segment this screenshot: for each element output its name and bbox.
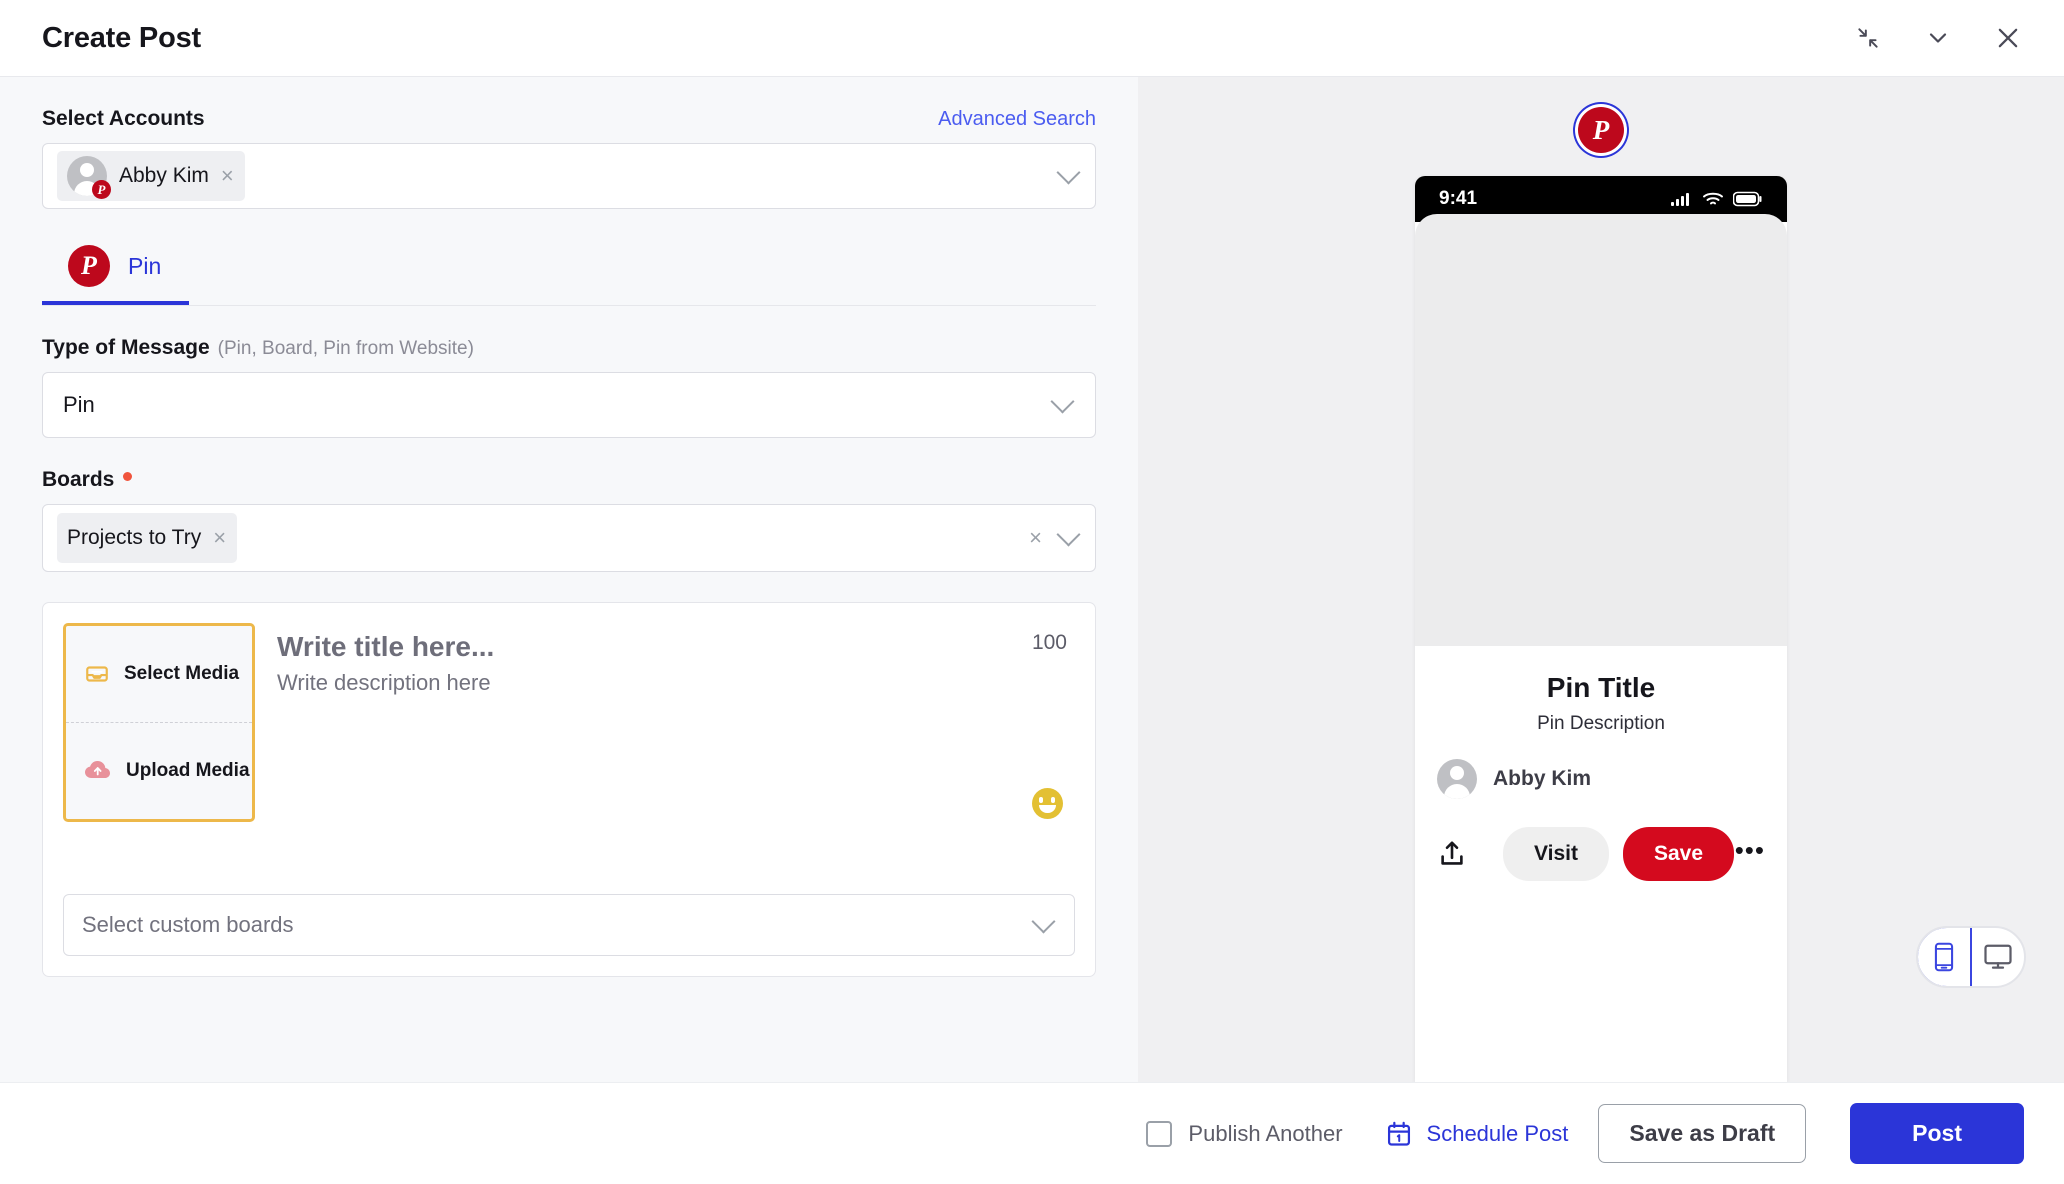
boards-label: Boards [42,468,115,491]
network-tabs: P Pin [42,235,1096,306]
dialog-body: Select Accounts Advanced Search P Abby K… [0,76,2064,1082]
chevron-down-icon[interactable] [1050,388,1075,414]
type-of-message-value: Pin [63,392,95,417]
chevron-down-icon[interactable] [1920,20,1956,56]
status-bar-time: 9:41 [1439,188,1478,209]
custom-boards-tools [1031,908,1056,934]
boards-header: Boards [42,468,1096,492]
boards-section: Boards Projects to Try × × [42,468,1096,572]
phone-mockup: 9:41 Pin Title Pin Description Abby Kim … [1415,176,1787,1082]
preview-account-pinterest-icon[interactable]: P [1578,107,1624,153]
type-of-message-hint: (Pin, Board, Pin from Website) [217,338,474,359]
boards-field[interactable]: Projects to Try × × [42,504,1096,572]
emoji-picker-icon[interactable] [1032,788,1063,819]
composer-card: Select Media Upload Media 100 Write titl… [42,602,1096,977]
board-chip-label: Projects to Try [67,526,202,549]
mobile-icon [1934,942,1954,972]
custom-boards-select[interactable]: Select custom boards [63,894,1075,956]
tab-pin[interactable]: P Pin [42,235,190,305]
preview-more-icon[interactable]: ••• [1735,837,1765,871]
required-indicator [123,472,133,481]
calendar-icon [1387,1121,1410,1146]
select-accounts-tools [1056,159,1081,185]
desktop-icon [1984,944,2012,969]
desktop-view-button[interactable] [1972,928,2024,986]
collapse-icon[interactable] [1850,20,1886,56]
select-accounts-field[interactable]: P Abby Kim × [42,143,1096,209]
preview-author-name: Abby Kim [1493,767,1592,790]
character-counter: 100 [1031,631,1067,654]
boards-tools: × [1029,521,1081,549]
post-button[interactable]: Post [1850,1103,2024,1164]
preview-pin-title: Pin Title [1546,672,1656,703]
chevron-down-icon[interactable] [1056,159,1081,185]
schedule-post-button[interactable]: Schedule Post [1385,1120,1569,1148]
schedule-post-label: Schedule Post [1426,1120,1569,1146]
publish-another-checkbox[interactable]: Publish Another [1146,1120,1343,1147]
chevron-down-icon[interactable] [1031,908,1056,934]
advanced-search-link[interactable]: Advanced Search [938,108,1096,131]
close-icon[interactable] [1990,20,2026,56]
preview-panel: P 9:41 Pin Title Pin Description Abby Ki… [1138,77,2064,1082]
battery-icon [1733,191,1762,207]
select-media-button[interactable]: Select Media [66,626,252,722]
preview-actions: Visit Save ••• [1437,827,1765,891]
select-media-label: Select Media [124,663,240,684]
status-bar-icons [1671,191,1763,207]
post-form-panel: Select Accounts Advanced Search P Abby K… [0,77,1138,1082]
composer-toolbar [277,788,1075,819]
composer-top: Select Media Upload Media 100 Write titl… [63,623,1075,822]
upload-media-label: Upload Media [126,760,250,781]
share-icon [1441,841,1463,865]
publish-another-label: Publish Another [1188,1120,1343,1146]
create-post-dialog: Create Post Select Accounts Advanced Sea… [0,0,2064,1184]
device-view-toggle [1916,926,2026,988]
pin-title-input[interactable]: Write title here... [277,629,1075,664]
pin-media-placeholder [1415,214,1787,646]
chevron-down-icon[interactable] [1056,521,1081,547]
avatar: P [67,156,111,199]
media-picker: Select Media Upload Media [63,623,255,822]
remove-board-icon[interactable]: × [213,527,226,549]
cellular-signal-icon [1671,193,1689,206]
pinterest-badge-icon: P [92,180,111,199]
account-chip-label: Abby Kim [119,164,209,187]
pin-description-input[interactable]: Write description here [277,670,1075,696]
account-chip[interactable]: P Abby Kim × [57,151,245,201]
type-of-message-section: Type of Message (Pin, Board, Pin from We… [42,336,1096,438]
avatar [1437,759,1477,799]
wifi-icon [1703,192,1723,205]
upload-media-button[interactable]: Upload Media [66,722,252,819]
inbox-icon [86,666,108,682]
titlebar-actions [1850,20,2026,56]
board-chip[interactable]: Projects to Try × [57,513,238,563]
type-of-message-header: Type of Message (Pin, Board, Pin from We… [42,336,1096,360]
tab-pin-label: Pin [128,252,162,279]
type-of-message-label: Type of Message [42,336,210,359]
select-accounts-label: Select Accounts [42,107,205,130]
preview-save-button[interactable]: Save [1622,827,1735,881]
pin-preview-body: Pin Title Pin Description Abby Kim Visit [1415,646,1787,1082]
custom-boards-placeholder: Select custom boards [82,912,294,937]
remove-account-icon[interactable]: × [221,165,234,187]
preview-visit-button[interactable]: Visit [1503,827,1609,881]
dialog-titlebar: Create Post [0,0,2064,76]
type-of-message-select[interactable]: Pin [42,372,1096,438]
composer-text-area: 100 Write title here... Write descriptio… [277,623,1075,822]
mobile-view-button[interactable] [1918,928,1972,986]
clear-boards-icon[interactable]: × [1029,527,1042,549]
page-title: Create Post [42,21,201,54]
type-of-message-tools [1050,388,1075,414]
save-as-draft-button[interactable]: Save as Draft [1598,1104,1807,1163]
preview-author: Abby Kim [1437,759,1765,799]
select-accounts-header: Select Accounts Advanced Search [42,107,1096,131]
checkbox-icon[interactable] [1146,1120,1173,1147]
dialog-footer: Publish Another Schedule Post Save as Dr… [0,1082,2064,1184]
pinterest-icon: P [68,245,110,287]
preview-pin-description: Pin Description [1537,713,1665,734]
cloud-upload-icon [85,761,110,778]
